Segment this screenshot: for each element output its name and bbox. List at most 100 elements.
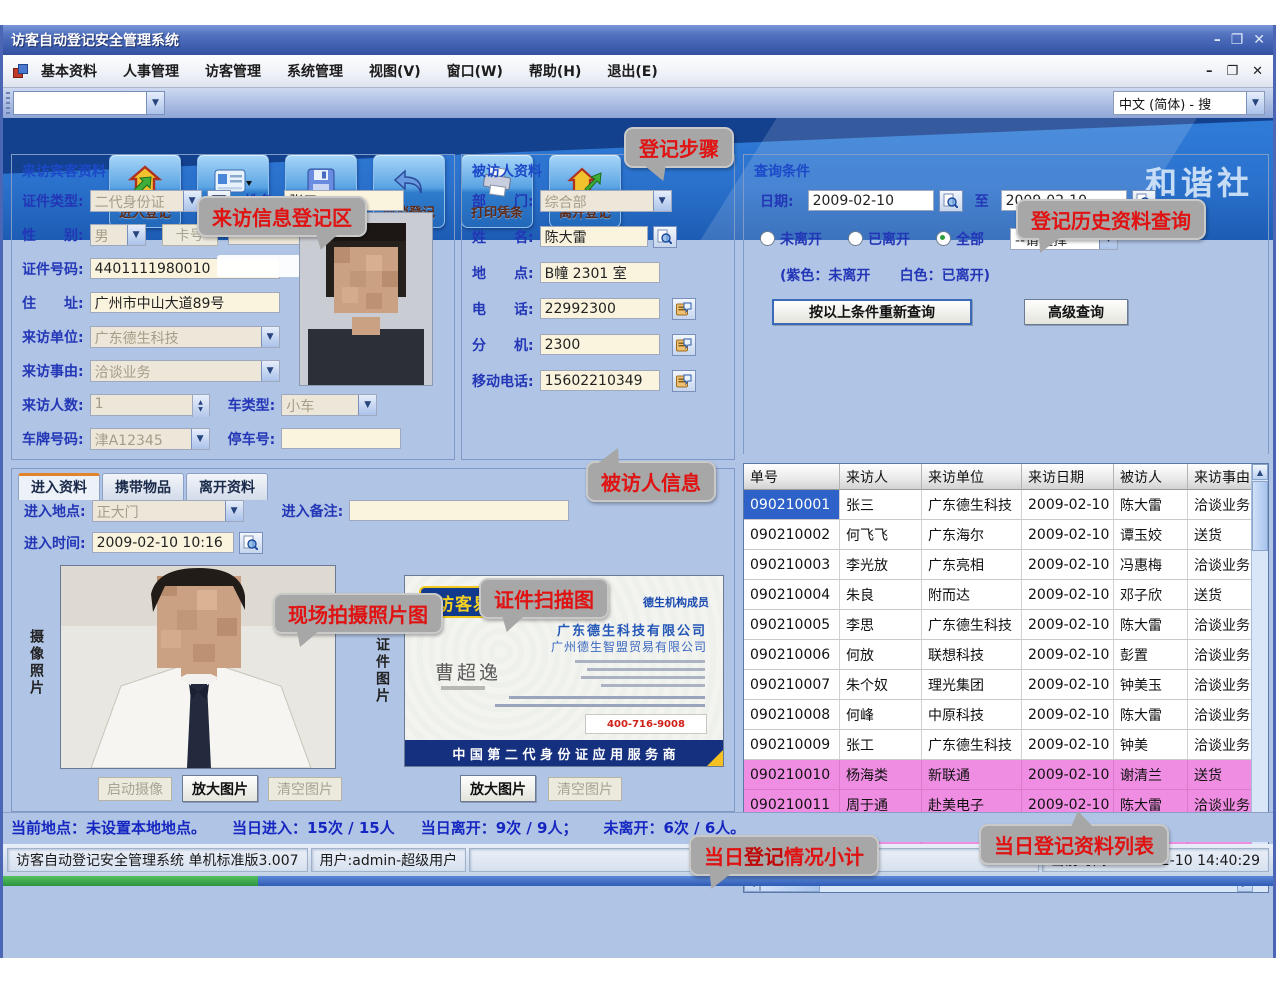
- phone-field[interactable]: 22992300: [540, 298, 660, 319]
- visited-name-field[interactable]: 陈大雷: [540, 226, 648, 247]
- column-header[interactable]: 被访人: [1114, 464, 1188, 490]
- column-header[interactable]: 来访事由: [1188, 464, 1253, 490]
- company-select[interactable]: 广东德生科技▼: [90, 326, 280, 348]
- chevron-down-icon[interactable]: ▼: [358, 395, 376, 415]
- plate-select[interactable]: 津A12345▼: [90, 428, 210, 450]
- tab-carried-items[interactable]: 携带物品: [102, 473, 184, 500]
- menu-item-window[interactable]: 窗口(W): [447, 61, 503, 81]
- scroll-up-icon[interactable]: ▲: [1252, 464, 1268, 480]
- cert-type-select[interactable]: 二代身份证▼: [90, 190, 202, 212]
- column-header[interactable]: 单号: [744, 464, 840, 490]
- radio-left[interactable]: 已离开: [848, 229, 910, 249]
- chevron-down-icon[interactable]: ▼: [225, 501, 243, 521]
- callout-steps: 登记步骤: [624, 127, 734, 168]
- table-cell: 朱个奴: [840, 670, 922, 699]
- restore-button[interactable]: ❐: [1231, 33, 1244, 47]
- tab-entry-info[interactable]: 进入资料: [18, 473, 100, 500]
- gender-label: 性 别:: [22, 225, 84, 245]
- table-row[interactable]: 090210005李思广东德生科技2009-02-10陈大雷洽谈业务: [744, 610, 1268, 640]
- clear-photo-button[interactable]: 清空图片: [268, 777, 342, 801]
- table-row[interactable]: 090210002何飞飞广东海尔2009-02-10谭玉姣送货: [744, 520, 1268, 550]
- minimize-button[interactable]: –: [1214, 33, 1221, 47]
- table-row[interactable]: 090210003李光放广东亮相2009-02-10冯惠梅洽谈业务: [744, 550, 1268, 580]
- zoom-card-button[interactable]: 放大图片: [460, 775, 536, 802]
- table-row[interactable]: 090210009张工广东德生科技2009-02-10钟美洽谈业务: [744, 730, 1268, 760]
- entry-place-label: 进入地点:: [24, 501, 86, 521]
- mdi-minimize-button[interactable]: –: [1206, 64, 1213, 79]
- chevron-down-icon[interactable]: ▼: [191, 429, 209, 449]
- visitor-panel-title: 来访宾客资料: [22, 161, 454, 181]
- mdi-restore-button[interactable]: ❐: [1226, 64, 1238, 79]
- ext-field[interactable]: 2300: [540, 334, 660, 355]
- table-row[interactable]: 090210010杨海类新联通2009-02-10谢清兰送货: [744, 760, 1268, 790]
- people-stepper[interactable]: 1▲▼: [90, 394, 210, 416]
- chevron-down-icon[interactable]: ▼: [146, 92, 164, 114]
- column-header[interactable]: 来访日期: [1022, 464, 1114, 490]
- query-panel-title: 查询条件: [754, 161, 1268, 181]
- table-row[interactable]: 090210001张三广东德生科技2009-02-10陈大雷洽谈业务: [744, 490, 1268, 520]
- date-from-field[interactable]: 2009-02-10: [808, 190, 934, 211]
- call-phone-button[interactable]: [672, 298, 696, 320]
- dept-select[interactable]: 综合部▼: [540, 190, 672, 212]
- menu-item-system[interactable]: 系统管理: [287, 61, 343, 81]
- menu-item-basic[interactable]: 基本资料: [41, 61, 97, 81]
- entry-time-field[interactable]: 2009-02-10 10:16: [92, 532, 234, 553]
- clear-card-button[interactable]: 清空图片: [548, 777, 622, 801]
- entry-panel: 进入资料 携带物品 离开资料 进入地点: 正大门▼ 进入备注: 进入时间: 20…: [11, 468, 735, 812]
- entry-place-select[interactable]: 正大门▼: [92, 500, 244, 522]
- table-row[interactable]: 090210008何峰中原科技2009-02-10陈大雷洽谈业务: [744, 700, 1268, 730]
- bottom-progress-strip: [3, 876, 1273, 886]
- reason-select[interactable]: 洽谈业务▼: [90, 360, 280, 382]
- column-header[interactable]: 来访人: [840, 464, 922, 490]
- mdi-close-button[interactable]: ✕: [1252, 64, 1263, 79]
- place-field[interactable]: B幢 2301 室: [540, 262, 660, 283]
- mobile-label: 移动电话:: [472, 371, 534, 391]
- table-cell: 理光集团: [922, 670, 1022, 699]
- quick-search-combo[interactable]: ▼: [13, 91, 165, 115]
- mobile-field[interactable]: 15602210349: [540, 370, 660, 391]
- call-ext-button[interactable]: [672, 334, 696, 356]
- chevron-down-icon[interactable]: ▼: [653, 191, 671, 211]
- gender-select[interactable]: 男▼: [90, 224, 146, 246]
- table-cell: 附而达: [922, 580, 1022, 609]
- calendar-search-icon: [943, 193, 958, 208]
- vehicle-select[interactable]: 小车▼: [281, 394, 377, 416]
- start-camera-button[interactable]: 启动摄像: [98, 777, 172, 801]
- menu-item-view[interactable]: 视图(V): [369, 61, 421, 81]
- language-bar[interactable]: 中文 (简体) - 搜 ▼: [1113, 91, 1265, 115]
- parking-field[interactable]: [281, 428, 401, 449]
- callout-daily-summary: 当日登记情况小计: [689, 835, 879, 876]
- entry-remark-field[interactable]: [349, 500, 569, 521]
- entry-time-picker-button[interactable]: [239, 532, 263, 554]
- window-title: 访客自动登记安全管理系统: [11, 30, 179, 50]
- menu-item-exit[interactable]: 退出(E): [607, 61, 657, 81]
- search-person-button[interactable]: [653, 226, 677, 248]
- tab-leave-info[interactable]: 离开资料: [186, 473, 268, 500]
- chevron-down-icon[interactable]: ▼: [261, 327, 279, 347]
- requery-button[interactable]: 按以上条件重新查询: [772, 299, 972, 325]
- radio-not-left[interactable]: 未离开: [760, 229, 822, 249]
- spinner-icon[interactable]: ▲▼: [192, 395, 209, 417]
- date-to-label: 至: [975, 191, 989, 211]
- table-row[interactable]: 090210007朱个奴理光集团2009-02-10钟美玉洽谈业务: [744, 670, 1268, 700]
- table-row[interactable]: 090210006何放联想科技2009-02-10彭置洽谈业务: [744, 640, 1268, 670]
- table-row[interactable]: 090210004朱良附而达2009-02-10邓子欣送货: [744, 580, 1268, 610]
- radio-all[interactable]: 全部: [936, 229, 984, 249]
- date-from-picker-button[interactable]: [939, 190, 963, 212]
- address-field[interactable]: 广州市中山大道89号: [90, 292, 280, 313]
- toolbar-grip[interactable]: [6, 92, 10, 114]
- advanced-query-button[interactable]: 高级查询: [1024, 299, 1128, 325]
- chevron-down-icon[interactable]: ▼: [127, 225, 145, 245]
- chevron-down-icon[interactable]: ▼: [1246, 92, 1264, 114]
- place-label: 地 点:: [472, 263, 534, 283]
- scroll-thumb[interactable]: [1252, 481, 1268, 551]
- app-version-cell: 访客自动登记安全管理系统 单机标准版3.007: [7, 848, 308, 872]
- call-mobile-button[interactable]: [672, 370, 696, 392]
- menu-item-visitor[interactable]: 访客管理: [205, 61, 261, 81]
- close-button[interactable]: ✕: [1253, 33, 1265, 47]
- menu-item-hr[interactable]: 人事管理: [123, 61, 179, 81]
- chevron-down-icon[interactable]: ▼: [261, 361, 279, 381]
- column-header[interactable]: 来访单位: [922, 464, 1022, 490]
- menu-item-help[interactable]: 帮助(H): [529, 61, 582, 81]
- zoom-photo-button[interactable]: 放大图片: [182, 775, 258, 802]
